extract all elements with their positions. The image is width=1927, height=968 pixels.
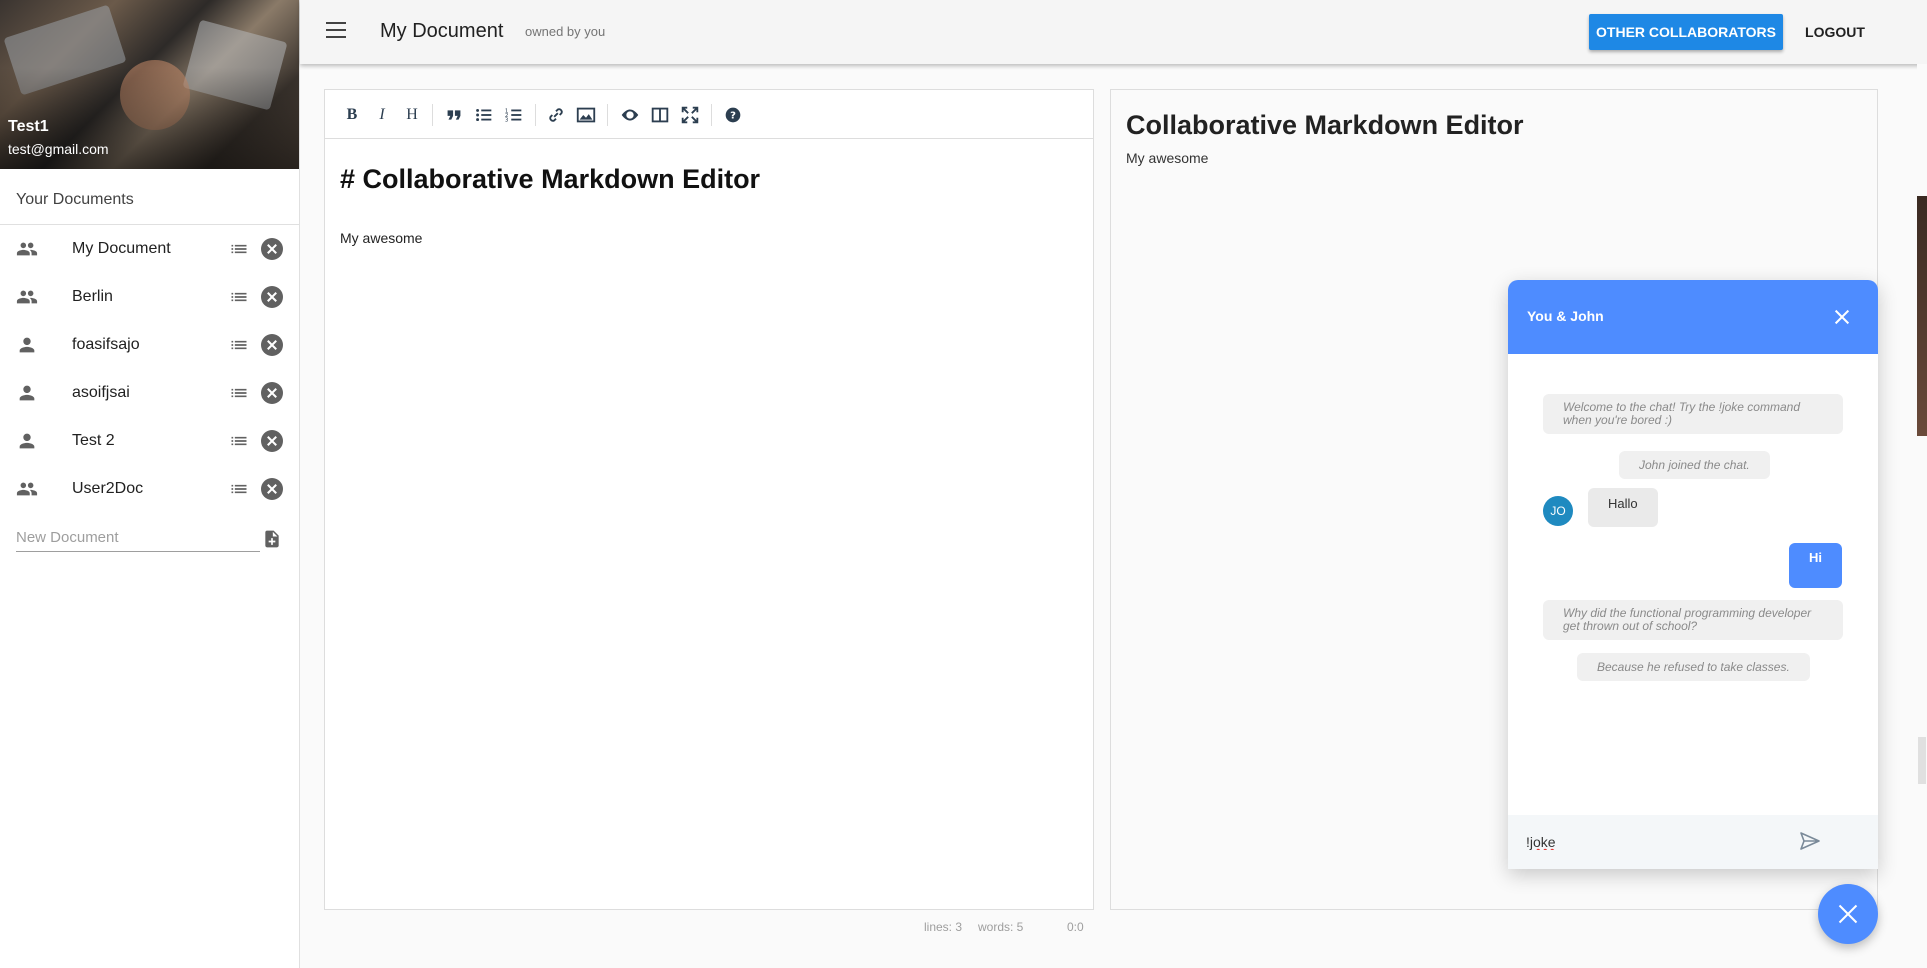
user-email: test@gmail.com [8,141,109,157]
outgoing-message: Hi [1789,543,1842,588]
italic-icon[interactable]: I [371,104,393,126]
chat-title: You & John [1527,308,1604,324]
document-label: My Document [72,240,171,257]
documents-heading: Your Documents [0,169,299,225]
preview-heading: Collaborative Markdown Editor [1126,110,1524,140]
menu-icon[interactable] [326,22,346,38]
system-message: John joined the chat. [1619,451,1770,479]
app-bar: My Document owned by you OTHER COLLABORA… [300,0,1927,64]
document-label: asoifjsai [72,384,130,401]
scrollbar-thumb[interactable] [1918,737,1926,784]
editor-heading-line[interactable]: # Collaborative Markdown Editor [340,164,760,195]
editor-text-line[interactable]: My awesome [340,230,422,246]
close-icon[interactable] [1832,307,1852,327]
ordered-list-icon[interactable]: 123 [503,104,525,126]
document-list: My Document Berlin foasifsajo asoifjsai Test… [0,225,299,513]
delete-icon[interactable] [261,478,283,500]
document-item[interactable]: User2Doc [0,465,299,513]
document-item[interactable]: My Document [0,225,299,273]
image-icon[interactable] [575,104,597,126]
group-icon [16,242,38,256]
list-icon[interactable] [228,479,250,499]
list-icon[interactable] [228,383,250,403]
link-icon[interactable] [545,104,567,126]
svg-text:?: ? [730,111,736,122]
fullscreen-icon[interactable] [679,104,701,126]
document-item[interactable]: asoifjsai [0,369,299,417]
markdown-editor[interactable]: B I H 123 ? # Collaborative Markdown Edi… [324,89,1094,910]
logout-button[interactable]: LOGOUT [1800,14,1870,50]
delete-icon[interactable] [261,286,283,308]
chat-window: You & John Welcome to the chat! Try the … [1508,280,1878,869]
add-document-icon[interactable] [262,528,282,550]
list-icon[interactable] [228,287,250,307]
group-icon [16,290,38,304]
sidebar: Test1 test@gmail.com Your Documents My D… [0,0,300,968]
heading-icon[interactable]: H [401,104,423,126]
document-label: foasifsajo [72,336,140,353]
system-message: Welcome to the chat! Try the !joke comma… [1543,394,1843,434]
list-icon[interactable] [228,431,250,451]
profile-header: Test1 test@gmail.com [0,0,299,169]
word-count: words: 5 [978,920,1024,934]
incoming-message: Hallo [1588,488,1658,527]
document-item[interactable]: Test 2 [0,417,299,465]
chat-toggle-button[interactable] [1818,884,1878,944]
help-icon[interactable]: ? [722,104,744,126]
bold-icon[interactable]: B [341,104,363,126]
document-label: Test 2 [72,432,115,449]
list-icon[interactable] [228,239,250,259]
list-icon[interactable] [228,335,250,355]
system-message: Why did the functional programming devel… [1543,600,1843,640]
document-label: User2Doc [72,480,144,497]
preview-eye-icon[interactable] [619,104,641,126]
document-item[interactable]: foasifsajo [0,321,299,369]
send-icon[interactable] [1798,829,1822,853]
group-icon [16,482,38,496]
cursor-position: 0:0 [1067,920,1084,934]
editor-toolbar: B I H 123 ? [325,90,1093,139]
chat-header: You & John [1508,280,1878,354]
person-icon [19,337,35,353]
line-count: lines: 3 [924,920,963,934]
new-document-input[interactable] [16,524,260,552]
delete-icon[interactable] [261,238,283,260]
side-by-side-icon[interactable] [649,104,671,126]
preview-text: My awesome [1126,150,1209,166]
document-label: Berlin [72,288,113,305]
unordered-list-icon[interactable] [473,104,495,126]
person-icon [19,385,35,401]
page-title: My Document [380,20,504,42]
user-name: Test1 [8,118,49,135]
chat-message-input[interactable] [1526,831,1786,853]
quote-icon[interactable] [443,104,465,126]
system-message: Because he refused to take classes. [1577,653,1810,681]
owner-label: owned by you [525,24,606,39]
chat-input-bar [1508,815,1878,869]
delete-icon[interactable] [261,334,283,356]
delete-icon[interactable] [261,382,283,404]
svg-text:3: 3 [505,117,509,123]
person-icon [19,433,35,449]
other-collaborators-button[interactable]: OTHER COLLABORATORS [1589,14,1783,50]
delete-icon[interactable] [261,430,283,452]
avatar: JO [1543,496,1573,526]
document-item[interactable]: Berlin [0,273,299,321]
